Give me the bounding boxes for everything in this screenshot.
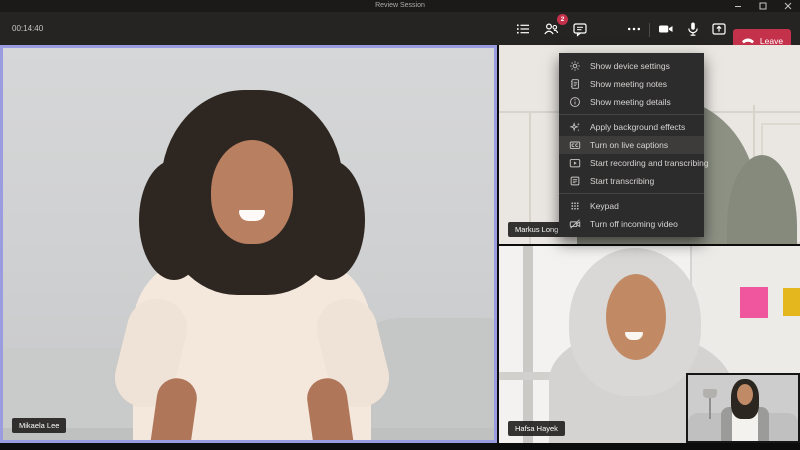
- lamp-art: [709, 397, 711, 419]
- menu-divider: [559, 193, 704, 194]
- gear-icon: [569, 60, 581, 72]
- record-icon: [569, 157, 581, 169]
- menu-item-start-transcribing[interactable]: Start transcribing: [559, 172, 704, 190]
- participant-name-label: Hafsa Hayek: [508, 421, 565, 436]
- transcribe-icon: [569, 175, 581, 187]
- meeting-notes-icon: [569, 78, 581, 90]
- toolbar-divider: [649, 23, 650, 37]
- minimize-button[interactable]: [725, 0, 750, 12]
- chat-button[interactable]: [568, 17, 592, 41]
- meeting-window: Review Session 00:14:40 2: [0, 0, 800, 450]
- participant-name-label: Mikaela Lee: [12, 418, 66, 433]
- camera-off-icon: [569, 218, 581, 230]
- info-icon: [569, 96, 581, 108]
- minimize-icon: [734, 2, 742, 10]
- menu-item-apply-background-effects[interactable]: Apply background effects: [559, 118, 704, 136]
- person-face-art: [737, 384, 753, 405]
- share-screen-button[interactable]: [707, 17, 731, 41]
- leave-button-label: Leave: [760, 36, 783, 46]
- menu-item-start-recording-and-transcribing[interactable]: Start recording and transcribing: [559, 154, 704, 172]
- window-controls: [725, 0, 800, 12]
- close-icon: [784, 2, 792, 10]
- menu-item-keypad[interactable]: Keypad: [559, 197, 704, 215]
- microphone-button[interactable]: [681, 17, 705, 41]
- window-title: Review Session: [0, 0, 800, 12]
- camera-button[interactable]: [654, 17, 678, 41]
- titlebar: Review Session: [0, 0, 800, 12]
- video-tile-hafsa-hayek[interactable]: Hafsa Hayek: [499, 246, 800, 443]
- participants-icon: [543, 21, 559, 37]
- menu-item-label: Start transcribing: [590, 176, 654, 186]
- keypad-icon: [569, 200, 581, 212]
- maximize-button[interactable]: [750, 0, 775, 12]
- more-options-menu: Show device settings Show meeting notes …: [559, 53, 704, 237]
- menu-item-label: Start recording and transcribing: [590, 158, 709, 168]
- meeting-toolbar: 00:14:40 2 Leave: [0, 12, 800, 45]
- microphone-icon: [685, 21, 701, 37]
- menu-item-label: Apply background effects: [590, 122, 685, 132]
- menu-item-label: Turn off incoming video: [590, 219, 678, 229]
- menu-item-label: Show meeting notes: [590, 79, 667, 89]
- participants-badge: 2: [557, 14, 568, 25]
- menu-item-label: Turn on live captions: [590, 140, 668, 150]
- person-face-art: [606, 274, 666, 360]
- roster-list-icon: [515, 21, 531, 37]
- lamp-art: [703, 389, 717, 398]
- video-tile-mikaela-lee[interactable]: Mikaela Lee: [0, 45, 497, 443]
- menu-item-label: Keypad: [590, 201, 619, 211]
- roster-list-button[interactable]: [511, 17, 535, 41]
- person-face-art: [211, 140, 293, 244]
- chat-icon: [572, 21, 588, 37]
- menu-item-turn-on-live-captions[interactable]: Turn on live captions: [559, 136, 704, 154]
- menu-item-show-meeting-notes[interactable]: Show meeting notes: [559, 75, 704, 93]
- close-button[interactable]: [775, 0, 800, 12]
- menu-item-show-meeting-details[interactable]: Show meeting details: [559, 93, 704, 111]
- camera-icon: [658, 21, 674, 37]
- live-captions-icon: [569, 139, 581, 151]
- maximize-icon: [759, 2, 767, 10]
- sticky-note-pink: [740, 287, 768, 318]
- share-screen-icon: [711, 21, 727, 37]
- background-effects-icon: [569, 121, 581, 133]
- more-options-button[interactable]: [622, 17, 646, 41]
- participant-name-label: Markus Long: [508, 222, 565, 237]
- menu-divider: [559, 114, 704, 115]
- menu-item-turn-off-incoming-video[interactable]: Turn off incoming video: [559, 215, 704, 233]
- participants-button[interactable]: 2: [539, 17, 563, 41]
- menu-item-show-device-settings[interactable]: Show device settings: [559, 57, 704, 75]
- menu-item-label: Show device settings: [590, 61, 670, 71]
- bottom-edge: [0, 443, 800, 450]
- window-frame-art: [523, 246, 533, 443]
- sticky-note-yellow: [783, 288, 800, 316]
- more-icon: [626, 21, 642, 37]
- meeting-timer: 00:14:40: [12, 12, 43, 45]
- menu-item-label: Show meeting details: [590, 97, 671, 107]
- self-view-pip[interactable]: [686, 373, 800, 443]
